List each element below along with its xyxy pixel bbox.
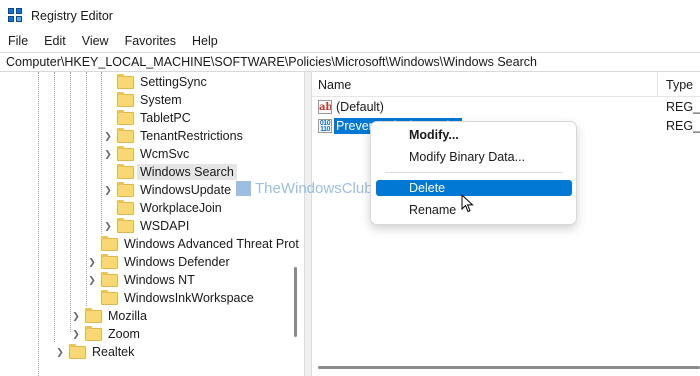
tree-scrollbar[interactable] (291, 72, 299, 362)
tree-item-realtek[interactable]: ❯ Realtek (55, 343, 134, 361)
chevron-right-icon[interactable]: ❯ (103, 181, 113, 199)
mouse-pointer-icon (461, 194, 474, 213)
string-value-icon: ab (318, 100, 332, 114)
tree-item-windowsupdate[interactable]: ❯ WindowsUpdate (103, 181, 231, 199)
context-menu-separator (385, 172, 563, 173)
column-header: Name Type (312, 72, 700, 97)
folder-icon (117, 91, 134, 107)
tree-item-mozilla[interactable]: ❯ Mozilla (71, 307, 147, 325)
folder-icon (101, 253, 118, 269)
folder-icon (117, 181, 134, 197)
folder-icon (85, 325, 102, 341)
folder-icon (101, 235, 118, 251)
tree-scrollbar-thumb[interactable] (294, 267, 297, 337)
tree-guide-line (70, 72, 71, 332)
folder-icon (101, 271, 118, 287)
address-bar[interactable]: Computer\HKEY_LOCAL_MACHINE\SOFTWARE\Pol… (0, 52, 700, 72)
value-type: REG_DWORD (666, 119, 700, 133)
tree-guide-line (101, 72, 102, 234)
context-menu-modify[interactable]: Modify... (376, 127, 572, 143)
menu-file[interactable]: File (0, 34, 36, 48)
chevron-right-icon[interactable]: ❯ (103, 217, 113, 235)
watermark-logo-icon (236, 181, 251, 196)
menu-edit[interactable]: Edit (36, 34, 74, 48)
chevron-right-icon[interactable]: ❯ (87, 271, 97, 289)
folder-icon (117, 73, 134, 89)
list-horizontal-scrollbar[interactable] (318, 366, 700, 369)
folder-icon (117, 145, 134, 161)
window-title: Registry Editor (31, 8, 113, 23)
tree-item-windowsinkworkspace[interactable]: WindowsInkWorkspace (101, 289, 254, 307)
folder-icon (69, 343, 86, 359)
value-name: (Default) (336, 100, 384, 114)
pane-splitter[interactable] (304, 72, 312, 376)
tree-item-tenantrestrictions[interactable]: ❯ TenantRestrictions (103, 127, 243, 145)
menu-bar: File Edit View Favorites Help (0, 31, 700, 51)
tree-guide-line (54, 72, 55, 342)
chevron-right-icon[interactable]: ❯ (55, 343, 65, 361)
folder-icon (117, 163, 134, 179)
registry-editor-icon (8, 7, 24, 24)
chevron-right-icon[interactable]: ❯ (71, 325, 81, 343)
watermark-text: TheWindowsClub (255, 180, 373, 197)
menu-help[interactable]: Help (184, 34, 226, 48)
tree-item-zoom[interactable]: ❯ Zoom (71, 325, 140, 343)
tree-item-tabletpc[interactable]: TabletPC (117, 109, 191, 127)
context-menu-modify-binary-data[interactable]: Modify Binary Data... (376, 149, 572, 165)
value-type: REG_SZ (666, 100, 700, 114)
folder-icon (85, 307, 102, 323)
column-header-name[interactable]: Name (318, 78, 351, 92)
column-divider[interactable] (657, 72, 658, 97)
tree-guide-line (38, 72, 39, 376)
column-header-type[interactable]: Type (666, 78, 693, 92)
folder-icon (117, 127, 134, 143)
menu-view[interactable]: View (74, 34, 117, 48)
watermark: TheWindowsClub (236, 180, 373, 197)
address-path: Computer\HKEY_LOCAL_MACHINE\SOFTWARE\Pol… (6, 55, 537, 69)
chevron-right-icon[interactable]: ❯ (71, 307, 81, 325)
folder-icon (117, 109, 134, 125)
menu-favorites[interactable]: Favorites (117, 34, 184, 48)
folder-icon (117, 217, 134, 233)
tree-item-system[interactable]: System (117, 91, 182, 109)
tree-item-windows-search[interactable]: Windows Search (117, 163, 237, 181)
tree-item-settingsync[interactable]: SettingSync (117, 73, 207, 91)
tree-item-windows-advanced-threat-protection[interactable]: Windows Advanced Threat Prot (101, 235, 299, 253)
chevron-right-icon[interactable]: ❯ (103, 127, 113, 145)
value-row-default[interactable]: ab (Default) REG_SZ (312, 98, 700, 116)
folder-icon (117, 199, 134, 215)
chevron-right-icon[interactable]: ❯ (87, 253, 97, 271)
tree-item-workplacejoin[interactable]: WorkplaceJoin (117, 199, 222, 217)
tree-item-wsdapi[interactable]: ❯ WSDAPI (103, 217, 189, 235)
title-bar: Registry Editor (0, 0, 700, 31)
chevron-right-icon[interactable]: ❯ (103, 145, 113, 163)
key-tree[interactable]: SettingSync System TabletPC ❯ TenantRest… (0, 72, 300, 376)
folder-icon (101, 289, 118, 305)
binary-value-icon: 010 110 (318, 119, 332, 133)
tree-item-windows-nt[interactable]: ❯ Windows NT (87, 271, 195, 289)
tree-item-windows-defender[interactable]: ❯ Windows Defender (87, 253, 230, 271)
tree-item-wcmsvc[interactable]: ❯ WcmSvc (103, 145, 189, 163)
